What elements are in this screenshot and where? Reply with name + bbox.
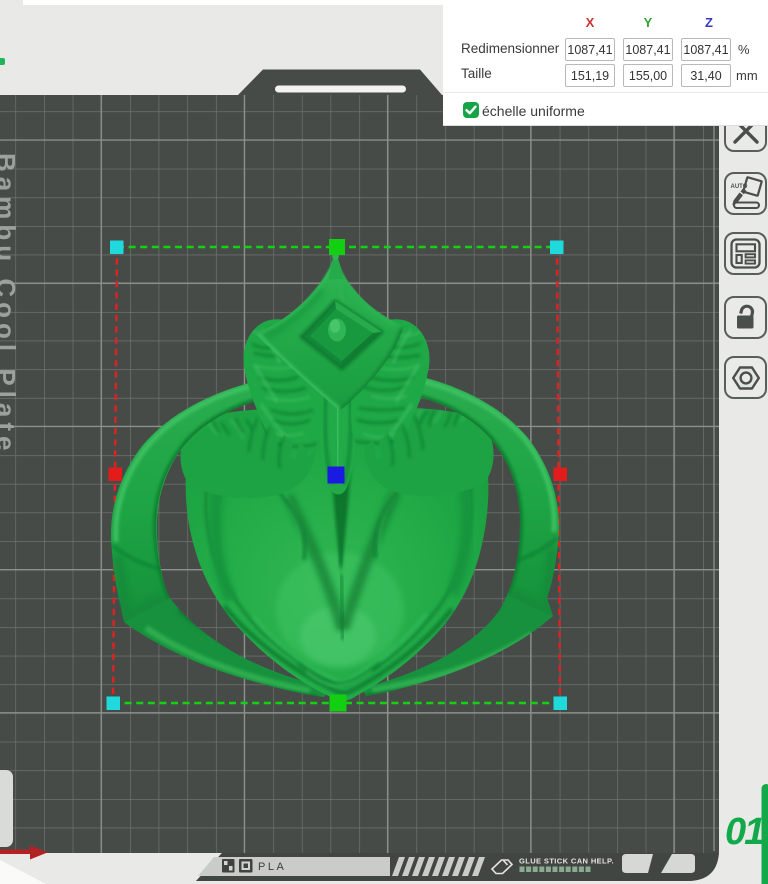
- svg-text:01: 01: [725, 811, 764, 853]
- svg-text:AUTO: AUTO: [730, 184, 747, 190]
- svg-text:Bambu Cool Plate: Bambu Cool Plate: [0, 153, 21, 455]
- svg-text:GLUE STICK CAN HELP.: GLUE STICK CAN HELP.: [519, 857, 614, 866]
- svg-text:PLA: PLA: [258, 861, 286, 873]
